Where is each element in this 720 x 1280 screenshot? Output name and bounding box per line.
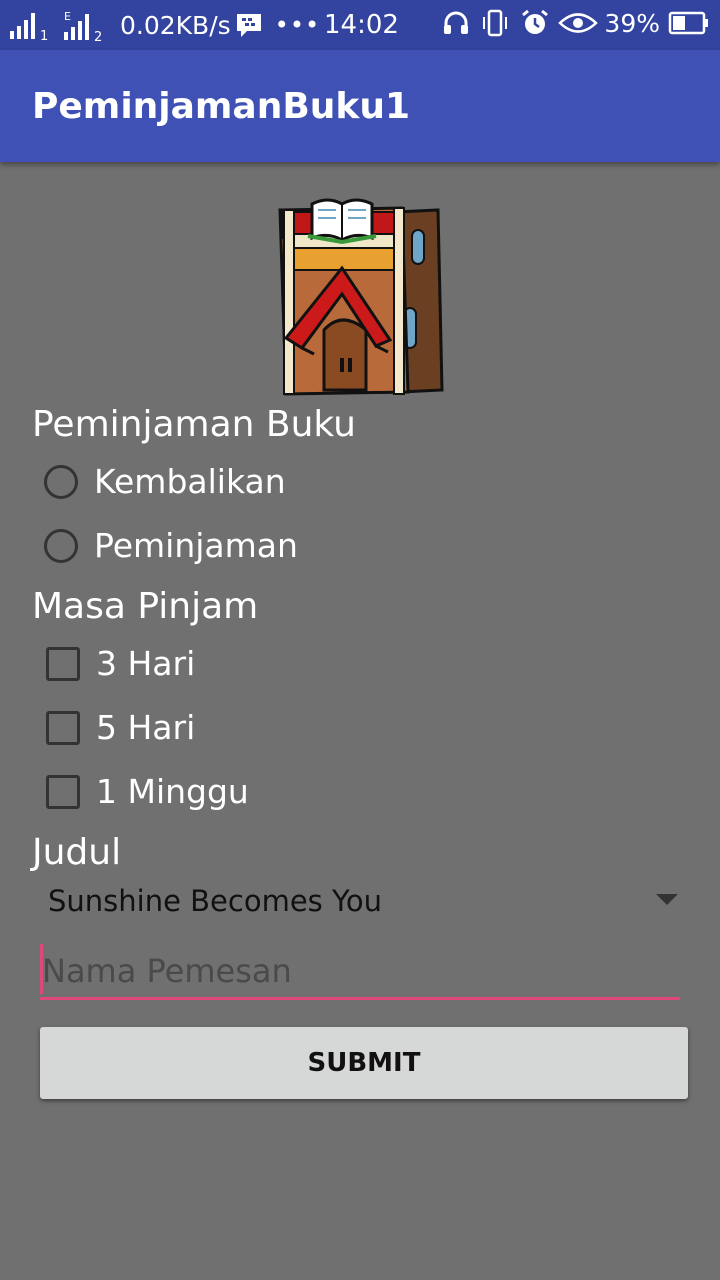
checkbox-label: 1 Minggu bbox=[96, 772, 249, 811]
peminjaman-label: Peminjaman Buku bbox=[32, 404, 356, 445]
signal-sim1-icon: 1 bbox=[10, 13, 48, 41]
alarm-icon bbox=[522, 9, 549, 34]
dropdown-arrow-icon[interactable] bbox=[656, 894, 678, 905]
judul-spinner[interactable]: Sunshine Becomes You bbox=[48, 880, 680, 924]
checkbox-5-hari[interactable]: 5 Hari bbox=[44, 708, 195, 747]
headset-icon bbox=[444, 11, 469, 34]
checkbox[interactable] bbox=[46, 646, 80, 681]
vibrate-icon bbox=[483, 9, 508, 37]
radio-label: Peminjaman bbox=[94, 526, 298, 565]
masa-pinjam-label: Masa Pinjam bbox=[32, 586, 259, 627]
radio-kembalikan[interactable]: Kembalikan bbox=[44, 462, 286, 501]
data-speed: 0.02KB/s bbox=[120, 10, 231, 40]
checkbox-3-hari[interactable]: 3 Hari bbox=[44, 644, 195, 683]
judul-label: Judul bbox=[32, 832, 122, 873]
battery-percent: 39% bbox=[604, 8, 660, 38]
text-cursor bbox=[40, 944, 43, 994]
checkbox[interactable] bbox=[46, 774, 80, 809]
svg-text:E: E bbox=[64, 10, 71, 23]
checkbox-1-minggu[interactable]: 1 Minggu bbox=[44, 772, 249, 811]
checkbox[interactable] bbox=[46, 710, 80, 745]
more-icon: ••• bbox=[274, 11, 321, 39]
radio-peminjaman[interactable]: Peminjaman bbox=[44, 526, 298, 565]
signal-sim2-icon: E 2 bbox=[64, 10, 102, 42]
clock: 14:02 bbox=[324, 10, 399, 40]
radio-button[interactable] bbox=[44, 528, 78, 563]
battery-icon bbox=[668, 11, 708, 35]
bbm-icon bbox=[236, 14, 261, 37]
checkbox-label: 3 Hari bbox=[96, 644, 196, 683]
svg-text:1: 1 bbox=[40, 29, 48, 41]
radio-button[interactable] bbox=[44, 464, 78, 499]
app-title: PeminjamanBuku1 bbox=[32, 86, 411, 127]
nama-pemesan-input[interactable] bbox=[40, 944, 680, 1000]
status-bar: 1 E 2 0.02KB/s ••• 14:02 39% bbox=[0, 0, 720, 50]
app-bar: PeminjamanBuku1 bbox=[0, 50, 720, 162]
radio-label: Kembalikan bbox=[94, 462, 286, 501]
eye-icon bbox=[558, 13, 599, 33]
spinner-selected-value: Sunshine Becomes You bbox=[48, 884, 382, 918]
svg-text:2: 2 bbox=[94, 30, 102, 42]
submit-button[interactable]: SUBMIT bbox=[40, 1027, 688, 1099]
checkbox-label: 5 Hari bbox=[96, 708, 196, 747]
library-building-icon bbox=[278, 198, 444, 396]
status-right: 39% bbox=[442, 8, 710, 38]
status-left: 1 E 2 0.02KB/s ••• bbox=[10, 8, 320, 42]
